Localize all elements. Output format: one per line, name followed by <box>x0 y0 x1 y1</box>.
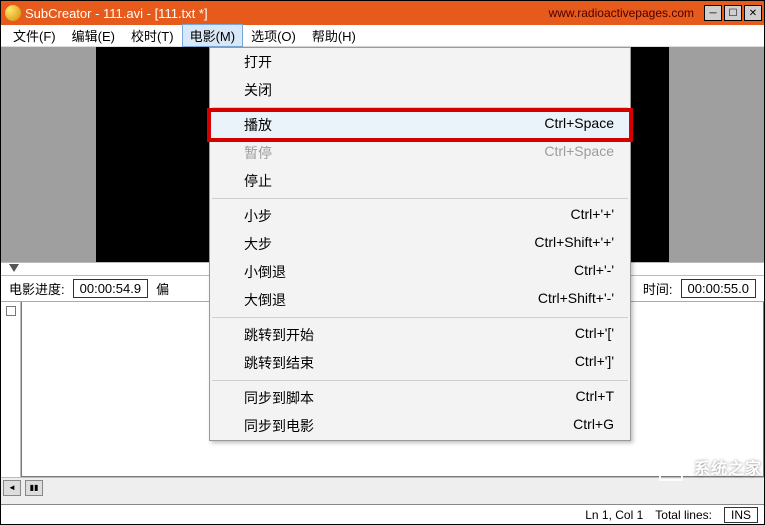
menu-file[interactable]: 文件(F) <box>5 24 64 47</box>
menu-item-shortcut: Ctrl+Space <box>544 143 614 163</box>
menu-help[interactable]: 帮助(H) <box>304 24 364 47</box>
time-value[interactable]: 00:00:55.0 <box>681 279 756 298</box>
menu-item-label: 跳转到结束 <box>244 353 314 373</box>
offset-label-truncated: 偏 <box>156 279 169 298</box>
menu-item-big-back[interactable]: 大倒退 Ctrl+Shift+'-' <box>210 286 630 314</box>
menu-item-jump-end[interactable]: 跳转到结束 Ctrl+']' <box>210 349 630 377</box>
close-button[interactable]: ✕ <box>744 5 762 21</box>
menu-item-big-step[interactable]: 大步 Ctrl+Shift+'+' <box>210 230 630 258</box>
status-total-lines: Total lines: <box>655 508 712 522</box>
app-icon <box>5 5 21 21</box>
workspace: 电影进度: 00:00:54.9 偏 时间: 00:00:55.0 ◄ ▮▮ 打… <box>1 47 764 504</box>
menu-item-small-step[interactable]: 小步 Ctrl+'+' <box>210 202 630 230</box>
menu-item-sync-script[interactable]: 同步到脚本 Ctrl+T <box>210 384 630 412</box>
menu-item-label: 停止 <box>244 171 272 191</box>
scroll-left-button[interactable]: ◄ <box>3 480 21 496</box>
menu-separator <box>212 380 628 381</box>
progress-label: 电影进度: <box>9 279 65 298</box>
editor-gutter <box>1 302 21 477</box>
menu-item-label: 暂停 <box>244 143 272 163</box>
menu-separator <box>212 317 628 318</box>
menu-item-jump-start[interactable]: 跳转到开始 Ctrl+'[' <box>210 321 630 349</box>
progress-time[interactable]: 00:00:54.9 <box>73 279 148 298</box>
menu-item-label: 大倒退 <box>244 290 286 310</box>
menu-item-small-back[interactable]: 小倒退 Ctrl+'-' <box>210 258 630 286</box>
menu-bar: 文件(F) 编辑(E) 校时(T) 电影(M) 选项(O) 帮助(H) <box>1 25 764 47</box>
menu-item-label: 打开 <box>244 52 272 72</box>
menu-item-label: 关闭 <box>244 80 272 100</box>
status-cursor-pos: Ln 1, Col 1 <box>585 508 643 522</box>
menu-timing[interactable]: 校时(T) <box>123 24 182 47</box>
menu-movie[interactable]: 电影(M) <box>182 24 244 47</box>
application-window: SubCreator - 111.avi - [111.txt *] www.r… <box>0 0 765 525</box>
minimize-button[interactable]: ─ <box>704 5 722 21</box>
time-label: 时间: <box>643 279 673 298</box>
menu-item-shortcut: Ctrl+T <box>576 388 615 408</box>
horizontal-scrollbar[interactable]: ◄ ▮▮ <box>1 477 764 497</box>
menu-item-shortcut: Ctrl+'[' <box>575 325 614 345</box>
menu-separator <box>212 107 628 108</box>
menu-item-shortcut: Ctrl+'-' <box>574 262 614 282</box>
menu-item-open[interactable]: 打开 <box>210 48 630 76</box>
vendor-url: www.radioactivepages.com <box>549 6 694 20</box>
menu-item-play[interactable]: 播放 Ctrl+Space <box>210 111 630 139</box>
gutter-marker-icon <box>6 306 16 316</box>
status-insert-mode: INS <box>724 507 758 523</box>
menu-options[interactable]: 选项(O) <box>243 24 304 47</box>
menu-item-label: 小步 <box>244 206 272 226</box>
menu-item-shortcut: Ctrl+Space <box>544 115 614 135</box>
menu-item-label: 大步 <box>244 234 272 254</box>
menu-edit[interactable]: 编辑(E) <box>64 24 123 47</box>
menu-item-label: 同步到电影 <box>244 416 314 436</box>
status-bar: Ln 1, Col 1 Total lines: INS <box>1 504 764 524</box>
playhead-icon[interactable] <box>9 264 19 272</box>
menu-item-stop[interactable]: 停止 <box>210 167 630 195</box>
window-title: SubCreator - 111.avi - [111.txt *] <box>25 6 208 21</box>
menu-item-shortcut: Ctrl+'+' <box>571 206 614 226</box>
title-bar[interactable]: SubCreator - 111.avi - [111.txt *] www.r… <box>1 1 764 25</box>
menu-item-label: 同步到脚本 <box>244 388 314 408</box>
menu-item-label: 小倒退 <box>244 262 286 282</box>
menu-item-shortcut: Ctrl+Shift+'+' <box>534 234 614 254</box>
menu-item-pause: 暂停 Ctrl+Space <box>210 139 630 167</box>
menu-item-label: 跳转到开始 <box>244 325 314 345</box>
menu-item-label: 播放 <box>244 115 272 135</box>
menu-item-shortcut: Ctrl+G <box>573 416 614 436</box>
menu-item-close[interactable]: 关闭 <box>210 76 630 104</box>
scroll-thumb[interactable]: ▮▮ <box>25 480 43 496</box>
menu-item-shortcut: Ctrl+']' <box>575 353 614 373</box>
menu-item-sync-movie[interactable]: 同步到电影 Ctrl+G <box>210 412 630 440</box>
menu-separator <box>212 198 628 199</box>
maximize-button[interactable]: ☐ <box>724 5 742 21</box>
menu-item-shortcut: Ctrl+Shift+'-' <box>538 290 614 310</box>
movie-menu-dropdown: 打开 关闭 播放 Ctrl+Space 暂停 Ctrl+Space 停止 小步 … <box>209 47 631 441</box>
